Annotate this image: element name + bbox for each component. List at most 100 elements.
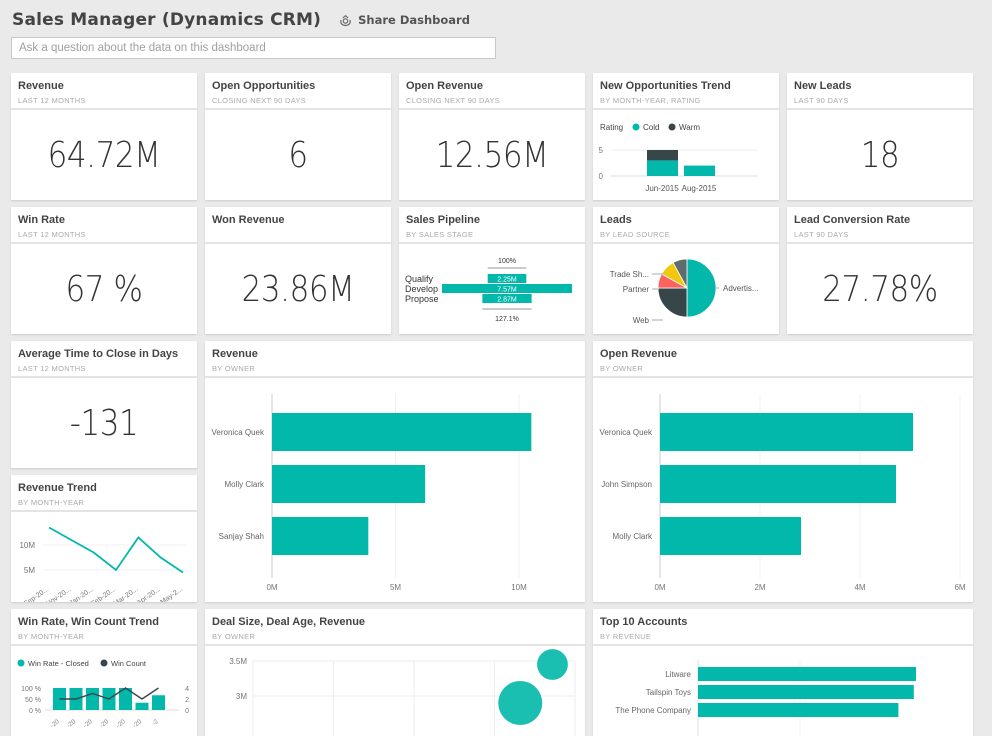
x-tick-label: 0M [266,583,277,592]
y-tick-label: Veronica Quek [212,428,265,437]
tile-new-opportunities-trend[interactable]: New Opportunities Trend BY MONTH-YEAR, RA… [593,73,779,200]
qa-input[interactable] [11,37,496,59]
funnel-top-label: 100% [498,258,516,265]
tile-sales-pipeline[interactable]: Sales Pipeline BY SALES STAGE 100% 2.25M Qu… [399,207,585,334]
bar [152,695,165,710]
tile-open-revenue[interactable]: Open Revenue CLOSING NEXT 90 DAYS 12.56M [399,73,585,200]
legend-marker-win-count [100,659,108,667]
tile-lead-conversion-rate[interactable]: Lead Conversion Rate LAST 90 DAYS 27.78% [787,207,973,334]
pie-slice [686,258,717,318]
x-tick-label: Jun-2015 [645,184,679,193]
tile-subtitle: BY MONTH-YEAR, RATING [600,96,701,105]
y-tick-label-right: 2 [185,697,189,704]
leads-pie-chart: Advertis... Web Partner Trade Sh... [610,258,759,325]
tile-title: Open Revenue [406,80,484,92]
x-tick-label: Jan-20... [68,586,94,602]
tile-title: Revenue [212,348,258,360]
x-tick-label: -20 [82,718,94,730]
tile-title: Revenue Trend [18,482,97,494]
funnel-value-label: 2.87M [497,297,517,304]
y-tick-label: Molly Clark [612,532,653,541]
y-tick-label: Molly Clark [224,480,265,489]
tile-subtitle: BY OWNER [600,364,644,373]
y-tick-label-left: 100 % [21,686,41,693]
bar [272,413,532,451]
legend-title: Rating [600,123,623,132]
tile-revenue-trend[interactable]: Revenue Trend BY MONTH-YEAR 5M 10M Sep-20..… [11,475,197,602]
tile-title: Win Rate [18,214,65,226]
x-tick-label: 4M [854,583,865,592]
x-tick-label: -20 [115,718,127,730]
y-tick-label-left: 50 % [25,697,41,704]
funnel-stage-label: Qualify [405,274,434,284]
y-tick-label: 0 [599,172,604,181]
dashboard-title: Sales Manager (Dynamics CRM) [12,10,322,30]
x-tick-label: Feb-20... [90,586,117,602]
scatter-point [498,681,543,725]
tile-title: Win Rate, Win Count Trend [18,616,159,628]
tile-subtitle: CLOSING NEXT 90 DAYS [212,96,307,105]
tile-open-revenue-by-owner[interactable]: Open Revenue BY OWNER 0M 2M 4M 6M Veronica Qu… [593,341,973,602]
bar [135,702,149,710]
tile-subtitle: BY OWNER [212,632,256,641]
tile-open-opportunities[interactable]: Open Opportunities CLOSING NEXT 90 DAYS 6 [205,73,391,200]
kpi-value: 64.72M [47,134,161,176]
revenue-trend-chart: 5M 10M Sep-20...Nov-20...Jan-20...Feb-20..… [19,526,187,602]
new-opportunities-chart: Rating Cold Warm 0 5 Jun-2015 Aug-2015 [599,123,758,193]
kpi-value: 12.56M [435,134,549,176]
funnel-stage-label: Develop [405,284,438,294]
y-tick-label: Sanjay Shah [219,532,264,541]
x-tick-label: 2M [754,583,765,592]
x-tick-label: Sep-20... [23,586,50,602]
tile-subtitle: LAST 90 DAYS [794,96,849,105]
kpi-value: 23.86M [241,268,355,310]
y-tick-label: 3M [236,692,247,701]
bar-segment [647,160,678,176]
tile-subtitle: BY MONTH-YEAR [18,632,85,641]
tile-title: Average Time to Close in Days [18,348,179,360]
tile-title: Lead Conversion Rate [794,214,911,226]
funnel-value-label: 2.25M [497,277,517,284]
y-tick-label: Tailspin Toys [646,688,691,697]
top-accounts-chart: Litware Tailspin Toys The Phone Company [615,660,916,736]
tile-subtitle: LAST 12 MONTHS [18,230,86,239]
tile-average-time-to-close[interactable]: Average Time to Close in Days LAST 12 MON… [11,341,197,468]
x-tick-label: Nov-20... [45,586,72,602]
tile-title: Sales Pipeline [406,214,480,226]
legend-marker-win-rate [17,659,25,667]
x-tick-label: -20 [132,718,144,730]
legend-label: Win Count [111,659,147,668]
bar-segment [684,165,715,176]
kpi-value: -131 [69,402,139,444]
tile-subtitle: BY MONTH-YEAR [18,498,85,507]
share-dashboard-label: Share Dashboard [358,13,470,27]
share-dashboard-button[interactable]: Share Dashboard [339,13,470,27]
scatter-point [537,649,568,680]
bar [272,465,426,503]
tile-win-rate-trend[interactable]: Win Rate, Win Count Trend BY MONTH-YEAR W… [11,609,197,736]
pie-label: Partner [623,285,650,294]
y-tick-label: John Simpson [601,480,652,489]
tile-new-leads[interactable]: New Leads LAST 90 DAYS 18 [787,73,973,200]
tile-win-rate[interactable]: Win Rate LAST 12 MONTHS 67 % [11,207,197,334]
bar [698,667,916,681]
x-tick-label: 6M [954,583,965,592]
tile-title: Won Revenue [212,214,285,226]
tile-subtitle: LAST 12 MONTHS [18,96,86,105]
x-tick-label: Apr-20... [136,586,162,602]
x-tick-label: Mar-20... [113,586,140,602]
y-tick-label: 5M [24,566,35,575]
line-series [48,526,184,574]
tile-leads[interactable]: Leads BY LEAD SOURCE Advertis... Web Partne… [593,207,779,334]
revenue-by-owner-chart: 0M 5M 10M Veronica Quek Molly Clark Sanjay Sh… [212,394,532,592]
tile-top-accounts[interactable]: Top 10 Accounts BY REVENUE Litware Tailspi… [593,609,973,736]
tile-won-revenue[interactable]: Won Revenue 23.86M [205,207,391,334]
kpi-value: 6 [288,134,308,176]
tile-revenue[interactable]: Revenue LAST 12 MONTHS 64.72M [11,73,197,200]
tile-revenue-by-owner[interactable]: Revenue BY OWNER 0M 5M 10M Veronica Quek Moll… [205,341,585,602]
tile-deal-size[interactable]: Deal Size, Deal Age, Revenue BY OWNER 3.5… [205,609,585,736]
tile-title: Leads [600,214,632,226]
sales-pipeline-chart: 100% 2.25M Qualify 7.57M Develop 2.87M Propose… [405,258,572,323]
tile-subtitle: CLOSING NEXT 90 DAYS [406,96,501,105]
tile-title: Open Revenue [600,348,678,360]
